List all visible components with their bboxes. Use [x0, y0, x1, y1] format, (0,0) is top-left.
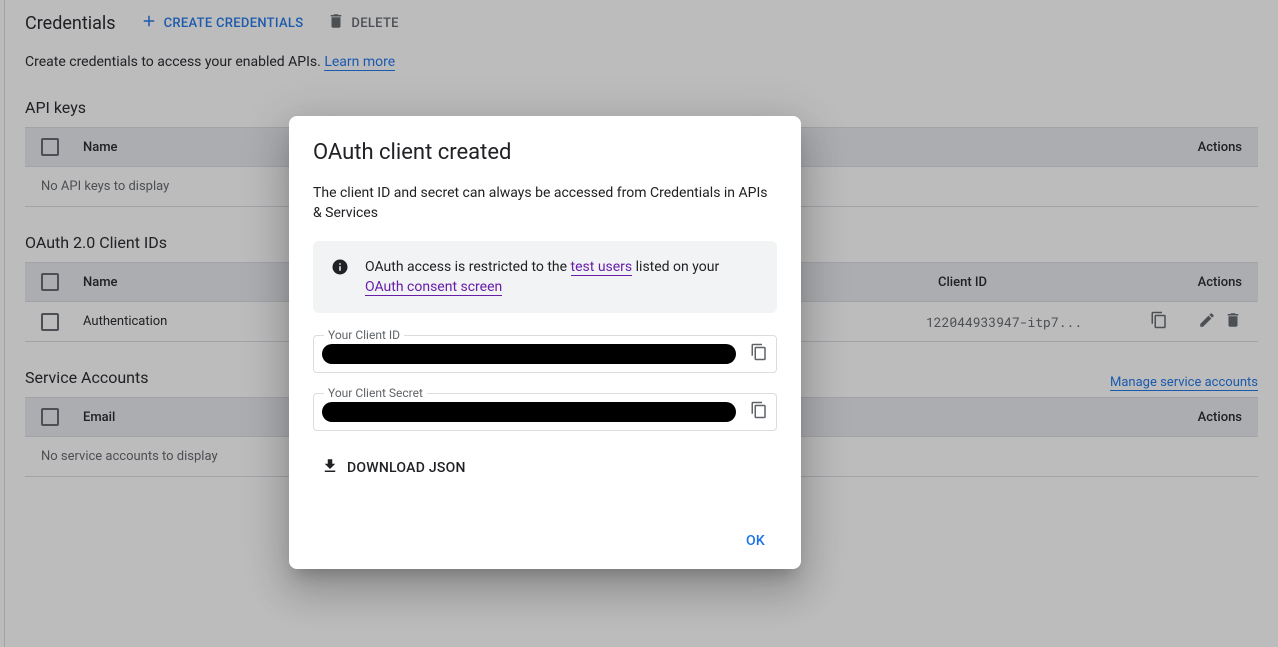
- info-text: OAuth access is restricted to the test u…: [365, 257, 759, 297]
- download-icon: [321, 457, 339, 479]
- client-secret-label: Your Client Secret: [324, 386, 427, 400]
- info-box: OAuth access is restricted to the test u…: [313, 241, 777, 313]
- client-id-label: Your Client ID: [324, 328, 404, 342]
- info-pre: OAuth access is restricted to the: [365, 259, 571, 275]
- dialog-title: OAuth client created: [313, 140, 777, 165]
- oauth-created-dialog: OAuth client created The client ID and s…: [289, 116, 801, 569]
- client-secret-value-redacted: [322, 402, 736, 422]
- info-icon: [331, 257, 349, 297]
- download-json-button[interactable]: DOWNLOAD JSON: [317, 451, 470, 485]
- client-id-value-redacted: [322, 344, 736, 364]
- client-id-field: Your Client ID: [313, 335, 777, 373]
- copy-client-id-button[interactable]: [750, 343, 768, 365]
- oauth-consent-screen-link[interactable]: OAuth consent screen: [365, 279, 502, 296]
- test-users-link[interactable]: test users: [571, 259, 633, 276]
- ok-button[interactable]: OK: [734, 525, 777, 557]
- dialog-actions: OK: [313, 525, 777, 557]
- info-mid: listed on your: [632, 259, 719, 275]
- dialog-subtitle: The client ID and secret can always be a…: [313, 183, 777, 223]
- client-secret-field: Your Client Secret: [313, 393, 777, 431]
- download-json-label: DOWNLOAD JSON: [347, 460, 466, 476]
- copy-client-secret-button[interactable]: [750, 401, 768, 423]
